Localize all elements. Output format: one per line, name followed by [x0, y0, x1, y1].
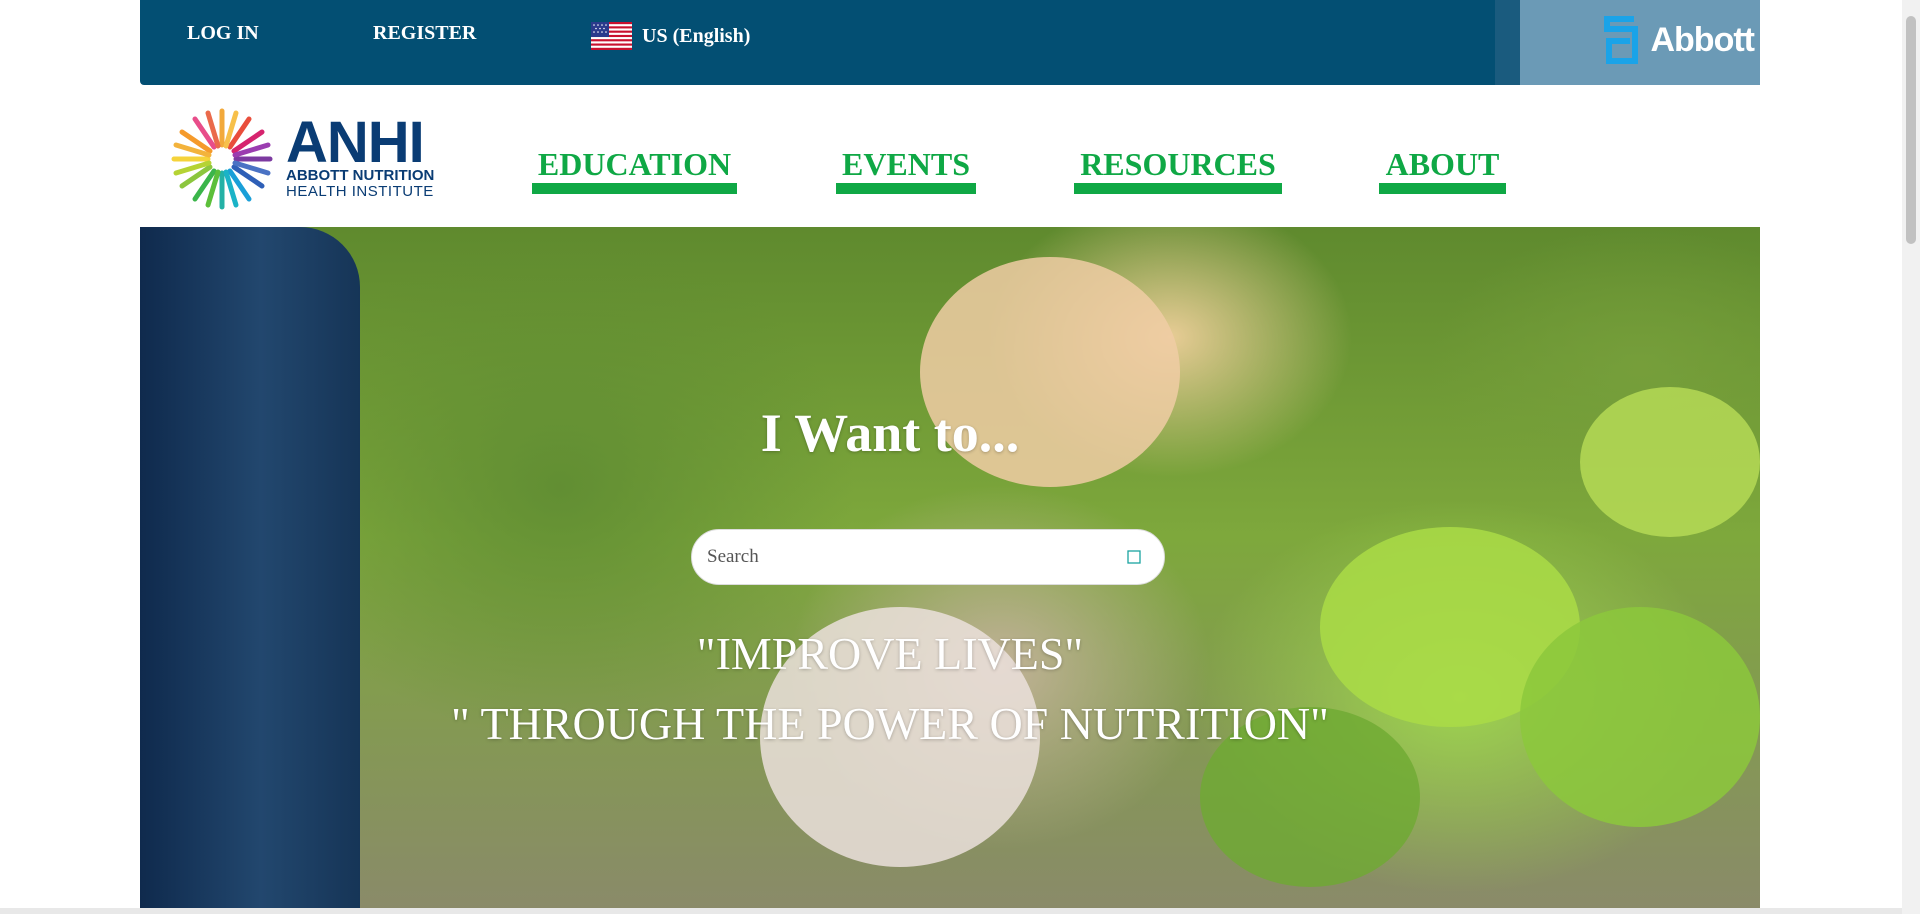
abbott-logo-text: Abbott [1650, 20, 1755, 59]
logo-line1: ABBOTT NUTRITION [286, 167, 435, 184]
locale-label: US (English) [642, 24, 751, 47]
search-input[interactable] [705, 545, 1109, 569]
search-icon[interactable] [1126, 549, 1142, 565]
locale-selector[interactable]: US (English) [591, 22, 750, 50]
abbott-logo[interactable]: Abbott [1600, 12, 1755, 68]
nav-about-label: ABOUT [1385, 146, 1500, 182]
hero-tagline-1: "IMPROVE LIVES" [696, 628, 1084, 679]
nav-about[interactable]: ABOUT [1379, 140, 1506, 194]
page-scrollbar[interactable] [1902, 0, 1920, 914]
nav-resources[interactable]: RESOURCES [1074, 140, 1282, 194]
nav-underline [1379, 183, 1506, 194]
nav-underline [836, 183, 976, 194]
logo-acronym: ANHI [286, 110, 425, 175]
register-link[interactable]: REGISTER [373, 22, 476, 45]
scrollbar-thumb[interactable] [1906, 16, 1916, 244]
anhi-wordmark: ANHI ABBOTT NUTRITION HEALTH INSTITUTE [286, 110, 435, 200]
nav-education-label: EDUCATION [537, 146, 732, 182]
hero-search [691, 529, 1165, 585]
us-flag-icon [591, 22, 632, 50]
abbott-mark-icon [1604, 16, 1639, 64]
hero-tagline-2: " THROUGH THE POWER OF NUTRITION" [451, 698, 1329, 749]
hero-title: I Want to... [760, 403, 1020, 463]
utility-bar: LOG IN REGISTER US (English) Abbott [140, 0, 1760, 85]
panel-divider [1495, 0, 1520, 85]
site-header: ANHI ABBOTT NUTRITION HEALTH INSTITUTE E… [140, 85, 1760, 227]
login-link[interactable]: LOG IN [187, 22, 259, 45]
logo-line2: HEALTH INSTITUTE [286, 183, 434, 200]
hero-banner: I Want to... "IMPROVE LIVES" " THROUGH T… [140, 227, 1760, 914]
nav-underline [532, 183, 737, 194]
abbott-brand-panel: Abbott [1495, 0, 1760, 85]
nav-underline [1074, 183, 1282, 194]
anhi-logo[interactable]: ANHI ABBOTT NUTRITION HEALTH INSTITUTE [170, 107, 434, 211]
nav-education[interactable]: EDUCATION [532, 140, 737, 194]
viewport-bottom-edge [0, 908, 1902, 914]
nav-events[interactable]: EVENTS [836, 140, 976, 194]
sunburst-logo-icon [171, 108, 273, 210]
hero-photo-jeans [140, 227, 360, 914]
nav-resources-label: RESOURCES [1080, 146, 1276, 182]
nav-events-label: EVENTS [841, 146, 971, 182]
